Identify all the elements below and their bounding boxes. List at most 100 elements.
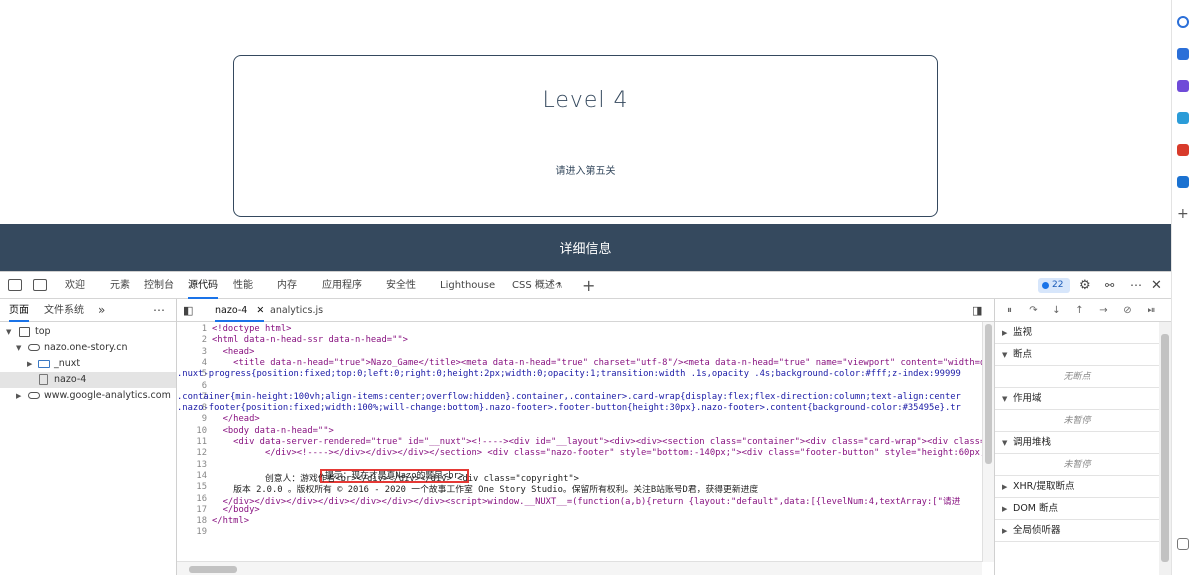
nav-tab-page[interactable]: 页面 xyxy=(9,299,29,322)
editor-tab-analytics[interactable]: analytics.js xyxy=(270,299,323,322)
section-watch[interactable]: 监视 xyxy=(995,322,1159,344)
search-icon[interactable] xyxy=(1177,16,1189,28)
debugger-pane: ⏸ ↷ ↓ ↑ → ⊘ ⏯ 监视 断点 无断点 作用域 未暂停 调用堆栈 未暂停… xyxy=(994,299,1171,575)
code-line: <html data-n-head-ssr data-n-head=""> xyxy=(212,335,408,346)
customize-icon[interactable] xyxy=(1177,538,1189,550)
code-line: .nazo-footer{position:fixed;width:100%;w… xyxy=(177,403,961,414)
deactivate-breakpoints-icon[interactable]: ⊘ xyxy=(1122,305,1133,316)
tab-console[interactable]: 控制台 xyxy=(144,272,174,299)
step-over-icon[interactable]: ↷ xyxy=(1028,305,1039,316)
scroll-thumb[interactable] xyxy=(985,324,992,464)
more-tabs-icon[interactable]: + xyxy=(582,272,595,299)
tab-welcome[interactable]: 欢迎 xyxy=(65,272,85,299)
tree-item-domain[interactable]: ▼ nazo.one-story.cn xyxy=(0,340,176,356)
step-icon[interactable]: → xyxy=(1098,305,1109,316)
tab-application[interactable]: 应用程序 xyxy=(322,272,362,299)
details-footer-button[interactable]: 详细信息 xyxy=(0,224,1171,271)
close-icon[interactable]: ✕ xyxy=(1151,272,1162,299)
flask-icon: ⚗ xyxy=(555,281,563,290)
scroll-thumb[interactable] xyxy=(1161,334,1169,562)
level-title: Level 4 xyxy=(542,88,629,113)
line-number: 3 xyxy=(201,346,207,357)
more-options-icon[interactable]: ⋯ xyxy=(153,299,165,322)
settings-icon[interactable]: ⚙ xyxy=(1079,272,1091,299)
games-icon[interactable] xyxy=(1177,112,1189,124)
frame-icon xyxy=(19,327,30,337)
toggle-debugger-icon[interactable]: ◨ xyxy=(972,299,982,322)
tab-performance[interactable]: 性能 xyxy=(233,272,253,299)
code-line: </div></div></div></div></div></div></di… xyxy=(212,496,961,507)
section-call-stack[interactable]: 调用堆栈 xyxy=(995,432,1159,454)
pause-on-exceptions-icon[interactable]: ⏯ xyxy=(1146,305,1157,316)
shopping-icon[interactable] xyxy=(1177,48,1189,60)
line-number: 2 xyxy=(201,335,207,346)
office-icon[interactable] xyxy=(1177,144,1189,156)
navigator-pane: 页面 文件系统 » ⋯ ▼ top ▼ nazo.one-story.cn ▶ … xyxy=(0,299,177,575)
scroll-thumb[interactable] xyxy=(189,566,237,573)
line-number: 11 xyxy=(196,437,207,447)
step-into-icon[interactable]: ↓ xyxy=(1051,305,1062,316)
editor-tab-label: nazo-4 xyxy=(215,305,248,316)
section-scope[interactable]: 作用域 xyxy=(995,388,1159,410)
expand-arrow-icon[interactable]: ▼ xyxy=(16,340,21,356)
code-line: <head> xyxy=(212,346,255,357)
close-icon[interactable]: ✕ xyxy=(256,305,264,316)
issues-badge[interactable]: 22 xyxy=(1038,278,1070,293)
line-number: 14 xyxy=(196,470,207,481)
chevron-double-right-icon[interactable]: » xyxy=(98,299,105,322)
level-subtitle: 请进入第五关 xyxy=(555,166,616,177)
tree-label: nazo-4 xyxy=(54,374,87,385)
add-icon[interactable]: + xyxy=(1177,207,1189,221)
tab-sources[interactable]: 源代码 xyxy=(188,272,218,299)
section-dom-breakpoints[interactable]: DOM 断点 xyxy=(995,498,1159,520)
tree-item-top[interactable]: ▼ top xyxy=(0,324,176,340)
inspect-icon[interactable] xyxy=(8,279,22,291)
device-toolbar-icon[interactable] xyxy=(33,279,47,291)
editor-tab-nazo-4[interactable]: nazo-4 ✕ xyxy=(215,299,265,322)
line-number: 10 xyxy=(196,425,207,436)
tab-css-overview[interactable]: CSS 概述 xyxy=(512,272,555,299)
tab-memory[interactable]: 内存 xyxy=(277,272,297,299)
line-number: 15 xyxy=(196,482,207,493)
tab-security[interactable]: 安全性 xyxy=(386,272,416,299)
tree-item-nazo-4[interactable]: nazo-4 xyxy=(0,372,176,388)
section-global-listeners[interactable]: 全局侦听器 xyxy=(995,520,1159,542)
collapse-arrow-icon[interactable]: ▶ xyxy=(27,356,32,372)
toggle-navigator-icon[interactable]: ◧ xyxy=(183,299,193,322)
pause-icon[interactable]: ⏸ xyxy=(1004,305,1015,316)
code-line: <!doctype html> xyxy=(212,324,292,334)
line-number: 19 xyxy=(196,527,207,538)
tree-item-nuxt[interactable]: ▶ _nuxt xyxy=(0,356,176,372)
level-card xyxy=(233,55,938,217)
code-area[interactable]: 1 2 3 4 5 6 7 8 9 10 11 12 13 14 15 16 1… xyxy=(177,322,982,562)
debugger-toolbar: ⏸ ↷ ↓ ↑ → ⊘ ⏯ xyxy=(995,299,1171,322)
browser-window: Level 4 请进入第五关 详细信息 + 欢迎 元素 控制台 源代码 性能 内… xyxy=(0,0,1192,575)
folder-icon xyxy=(38,360,50,368)
more-options-icon[interactable]: ⋯ xyxy=(1130,272,1142,299)
tools-icon[interactable] xyxy=(1177,80,1189,92)
collapse-arrow-icon[interactable]: ▶ xyxy=(16,388,21,404)
section-breakpoints[interactable]: 断点 xyxy=(995,344,1159,366)
expand-arrow-icon[interactable]: ▼ xyxy=(6,324,11,340)
tree-label: www.google-analytics.com xyxy=(44,390,171,401)
outlook-icon[interactable] xyxy=(1177,176,1189,188)
tab-elements[interactable]: 元素 xyxy=(110,272,130,299)
line-number: 4 xyxy=(201,357,207,368)
editor-horizontal-scrollbar[interactable] xyxy=(177,561,982,575)
issues-count: 22 xyxy=(1052,280,1064,290)
code-line: <body data-n-head=""> xyxy=(212,425,334,436)
code-line: </body> xyxy=(212,504,260,515)
devtools-tab-bar: 欢迎 元素 控制台 源代码 性能 内存 应用程序 安全性 Lighthouse … xyxy=(0,272,1171,299)
tab-lighthouse[interactable]: Lighthouse xyxy=(440,272,495,299)
details-label: 详细信息 xyxy=(559,242,612,257)
tree-item-google-analytics[interactable]: ▶ www.google-analytics.com xyxy=(0,388,176,404)
step-out-icon[interactable]: ↑ xyxy=(1074,305,1085,316)
cloud-icon xyxy=(28,392,40,399)
nav-tab-filesystem[interactable]: 文件系统 xyxy=(44,299,84,322)
connections-icon[interactable]: ⚯ xyxy=(1105,272,1114,299)
tree-label: top xyxy=(35,326,51,337)
editor-vertical-scrollbar[interactable] xyxy=(982,322,994,562)
section-xhr-breakpoints[interactable]: XHR/提取断点 xyxy=(995,476,1159,498)
debugger-scrollbar[interactable] xyxy=(1159,322,1171,575)
code-line: </head> xyxy=(212,414,260,425)
